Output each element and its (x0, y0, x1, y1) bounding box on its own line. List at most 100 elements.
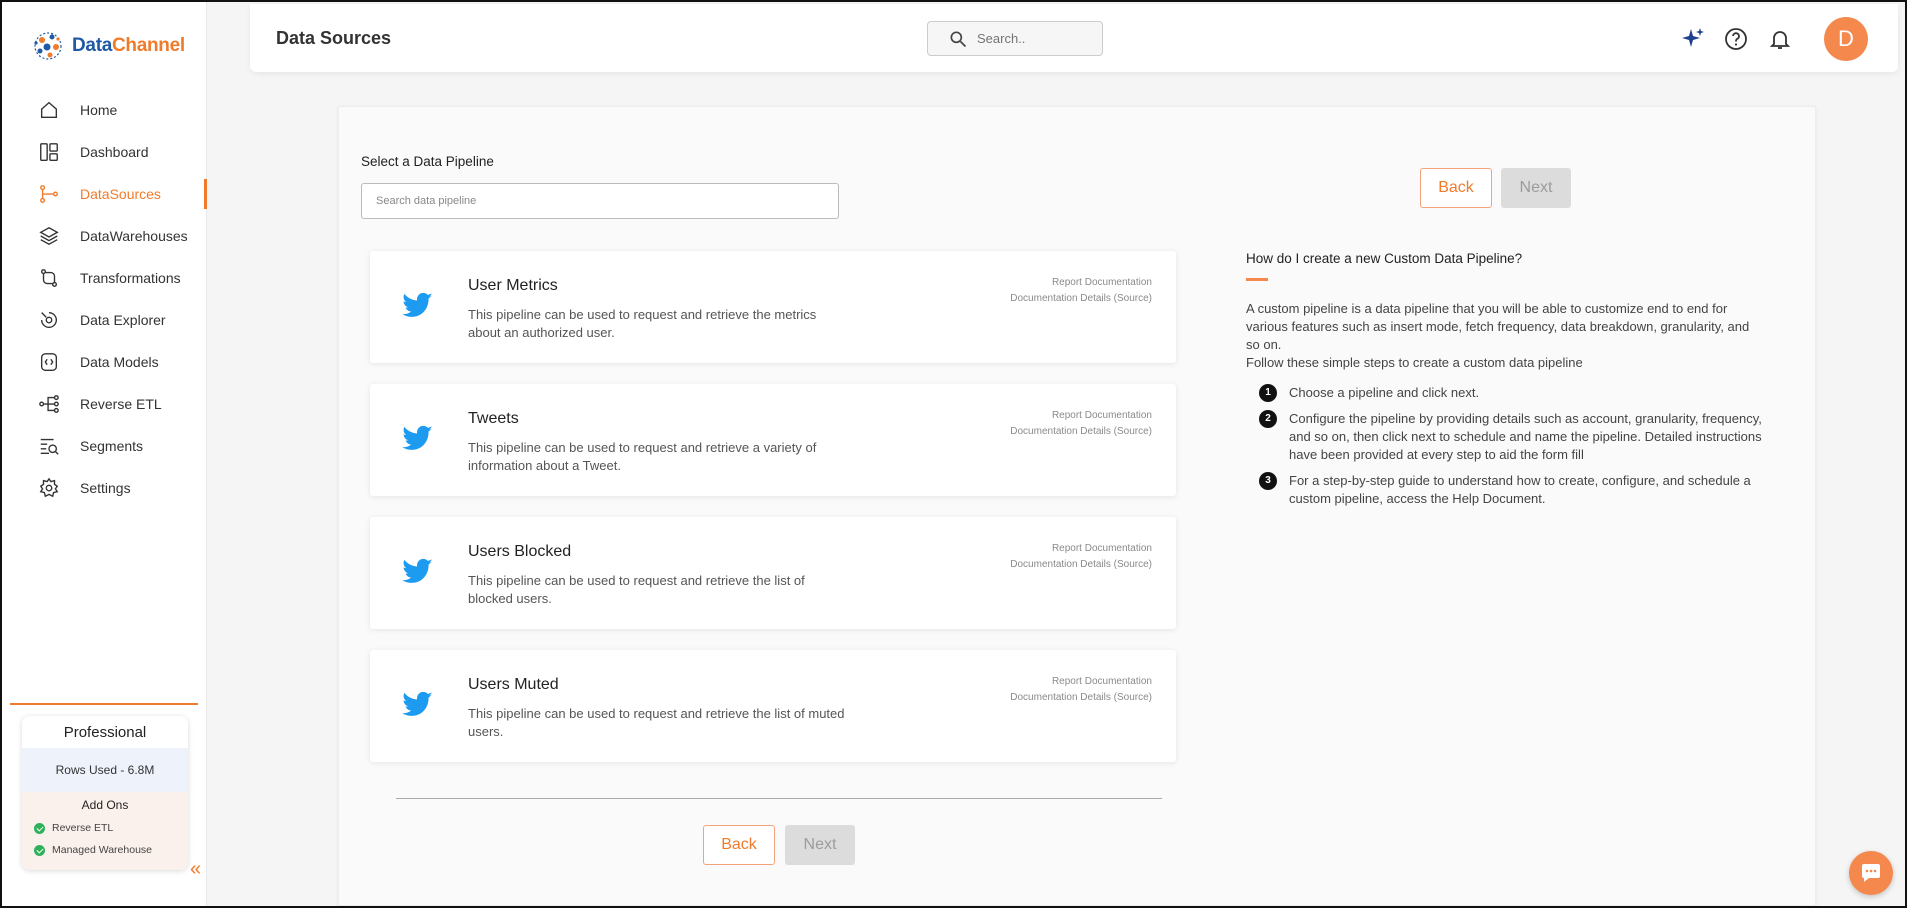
pipeline-card-user-metrics[interactable]: User Metrics This pipeline can be used t… (370, 251, 1176, 363)
addon-label: Reverse ETL (52, 822, 114, 834)
sidebar-item-label: Data Models (80, 354, 159, 370)
layers-icon (38, 225, 60, 247)
sidebar-item-settings[interactable]: Settings (2, 467, 207, 509)
sparkle-ai-icon[interactable] (1680, 26, 1706, 52)
help-circle-icon[interactable] (1723, 26, 1749, 52)
twitter-icon (402, 289, 434, 321)
pipeline-description: This pipeline can be used to request and… (468, 440, 817, 473)
gear-icon (38, 477, 60, 499)
help-step: 1 Choose a pipeline and click next. (1246, 384, 1766, 402)
plan-divider (10, 703, 198, 705)
help-title: How do I create a new Custom Data Pipeli… (1246, 251, 1523, 266)
documentation-details-link[interactable]: Documentation Details (Source) (1010, 557, 1152, 573)
models-icon (38, 351, 60, 373)
help-panel: How do I create a new Custom Data Pipeli… (1246, 251, 1766, 516)
section-divider (396, 798, 1162, 799)
chat-bubble-icon (1862, 864, 1880, 882)
step-text: Choose a pipeline and click next. (1289, 385, 1480, 400)
help-intro: A custom pipeline is a data pipeline tha… (1246, 300, 1766, 372)
plan-card: Professional Rows Used - 6.8M Add Ons Re… (22, 716, 188, 870)
step-number-badge: 2 (1259, 410, 1277, 428)
step-text: For a step-by-step guide to understand h… (1289, 473, 1751, 506)
pipeline-card-users-muted[interactable]: Users Muted This pipeline can be used to… (370, 650, 1176, 762)
pipeline-card-tweets[interactable]: Tweets This pipeline can be used to requ… (370, 384, 1176, 496)
next-button-bottom[interactable]: Next (785, 825, 855, 865)
addon-label: Managed Warehouse (52, 844, 153, 856)
sidebar-item-reverse-etl[interactable]: Reverse ETL (2, 383, 207, 425)
page-title: Data Sources (276, 28, 392, 48)
documentation-details-link[interactable]: Documentation Details (Source) (1010, 291, 1152, 307)
segments-icon (38, 435, 60, 457)
sidebar-item-dashboard[interactable]: Dashboard (2, 131, 207, 173)
plan-title: Professional (63, 723, 147, 741)
back-button-top[interactable]: Back (1420, 168, 1492, 208)
next-button-top[interactable]: Next (1501, 168, 1571, 208)
sidebar-item-data-models[interactable]: Data Models (2, 341, 207, 383)
sidebar-item-label: Home (80, 102, 118, 118)
twitter-icon (402, 688, 434, 720)
sidebar-item-datawarehouses[interactable]: DataWarehouses (2, 215, 207, 257)
addons-title: Add Ons (81, 798, 129, 812)
top-header: Data Sources D (250, 4, 1898, 72)
pipeline-description: This pipeline can be used to request and… (468, 307, 817, 340)
step-text: Configure the pipeline by providing deta… (1289, 411, 1762, 462)
step-number-badge: 1 (1259, 384, 1277, 402)
bell-icon[interactable] (1767, 26, 1793, 52)
sidebar-item-segments[interactable]: Segments (2, 425, 207, 467)
pipeline-title: Users Muted (468, 676, 559, 693)
report-documentation-link[interactable]: Report Documentation (1010, 408, 1152, 424)
sidebar-item-label: DataSources (80, 186, 161, 202)
twitter-icon (402, 555, 434, 587)
pipeline-card-users-blocked[interactable]: Users Blocked This pipeline can be used … (370, 517, 1176, 629)
addons-section: Add Ons Reverse ETL Managed Warehouse (22, 792, 188, 870)
rows-used: Rows Used - 6.8M (22, 748, 188, 792)
help-intro-text: A custom pipeline is a data pipeline tha… (1246, 301, 1750, 352)
reverse-etl-icon (38, 393, 60, 415)
user-avatar[interactable]: D (1824, 17, 1868, 61)
select-pipeline-label: Select a Data Pipeline (361, 154, 494, 169)
explorer-icon (38, 309, 60, 331)
sidebar-nav: Home Dashboard DataSources DataWarehouse… (2, 89, 207, 509)
twitter-icon (402, 422, 434, 454)
pipeline-search-input[interactable] (361, 183, 839, 219)
logo[interactable]: DataChannel (30, 28, 185, 64)
transform-icon (38, 267, 60, 289)
global-search[interactable] (927, 21, 1103, 56)
help-accent-bar (1246, 278, 1268, 281)
search-icon (950, 31, 967, 47)
pipeline-description: This pipeline can be used to request and… (468, 573, 805, 606)
step-number-badge: 3 (1259, 472, 1277, 490)
addon-item: Managed Warehouse (22, 839, 188, 861)
sidebar-item-label: Settings (80, 480, 131, 496)
check-circle-icon (34, 844, 45, 856)
pipeline-links: Report Documentation Documentation Detai… (1010, 275, 1152, 307)
datasources-icon (38, 183, 60, 205)
collapse-sidebar-icon[interactable]: « (190, 858, 201, 881)
report-documentation-link[interactable]: Report Documentation (1010, 275, 1152, 291)
chat-support-button[interactable] (1849, 851, 1893, 895)
report-documentation-link[interactable]: Report Documentation (1010, 674, 1152, 690)
report-documentation-link[interactable]: Report Documentation (1010, 541, 1152, 557)
help-step: 2 Configure the pipeline by providing de… (1246, 410, 1766, 464)
sidebar-item-label: Data Explorer (80, 312, 166, 328)
global-search-input[interactable] (977, 31, 1097, 46)
sidebar-item-label: Transformations (80, 270, 181, 286)
sidebar-item-transformations[interactable]: Transformations (2, 257, 207, 299)
back-button-bottom[interactable]: Back (703, 825, 775, 865)
documentation-details-link[interactable]: Documentation Details (Source) (1010, 690, 1152, 706)
help-intro-steps-lead: Follow these simple steps to create a cu… (1246, 355, 1583, 370)
sidebar-item-home[interactable]: Home (2, 89, 207, 131)
help-steps: 1 Choose a pipeline and click next. 2 Co… (1246, 384, 1766, 508)
sidebar-item-data-explorer[interactable]: Data Explorer (2, 299, 207, 341)
documentation-details-link[interactable]: Documentation Details (Source) (1010, 424, 1152, 440)
sidebar-item-label: Reverse ETL (80, 396, 162, 412)
sidebar: DataChannel Home Dashboard DataSources D… (2, 2, 207, 906)
help-step: 3 For a step-by-step guide to understand… (1246, 472, 1766, 508)
sidebar-item-datasources[interactable]: DataSources (2, 173, 207, 215)
main-card: Select a Data Pipeline Back Next User Me… (338, 106, 1816, 906)
pipeline-links: Report Documentation Documentation Detai… (1010, 408, 1152, 440)
check-circle-icon (34, 822, 45, 834)
brand-name: DataChannel (72, 35, 185, 56)
sidebar-item-label: Dashboard (80, 144, 149, 160)
home-icon (38, 99, 60, 121)
